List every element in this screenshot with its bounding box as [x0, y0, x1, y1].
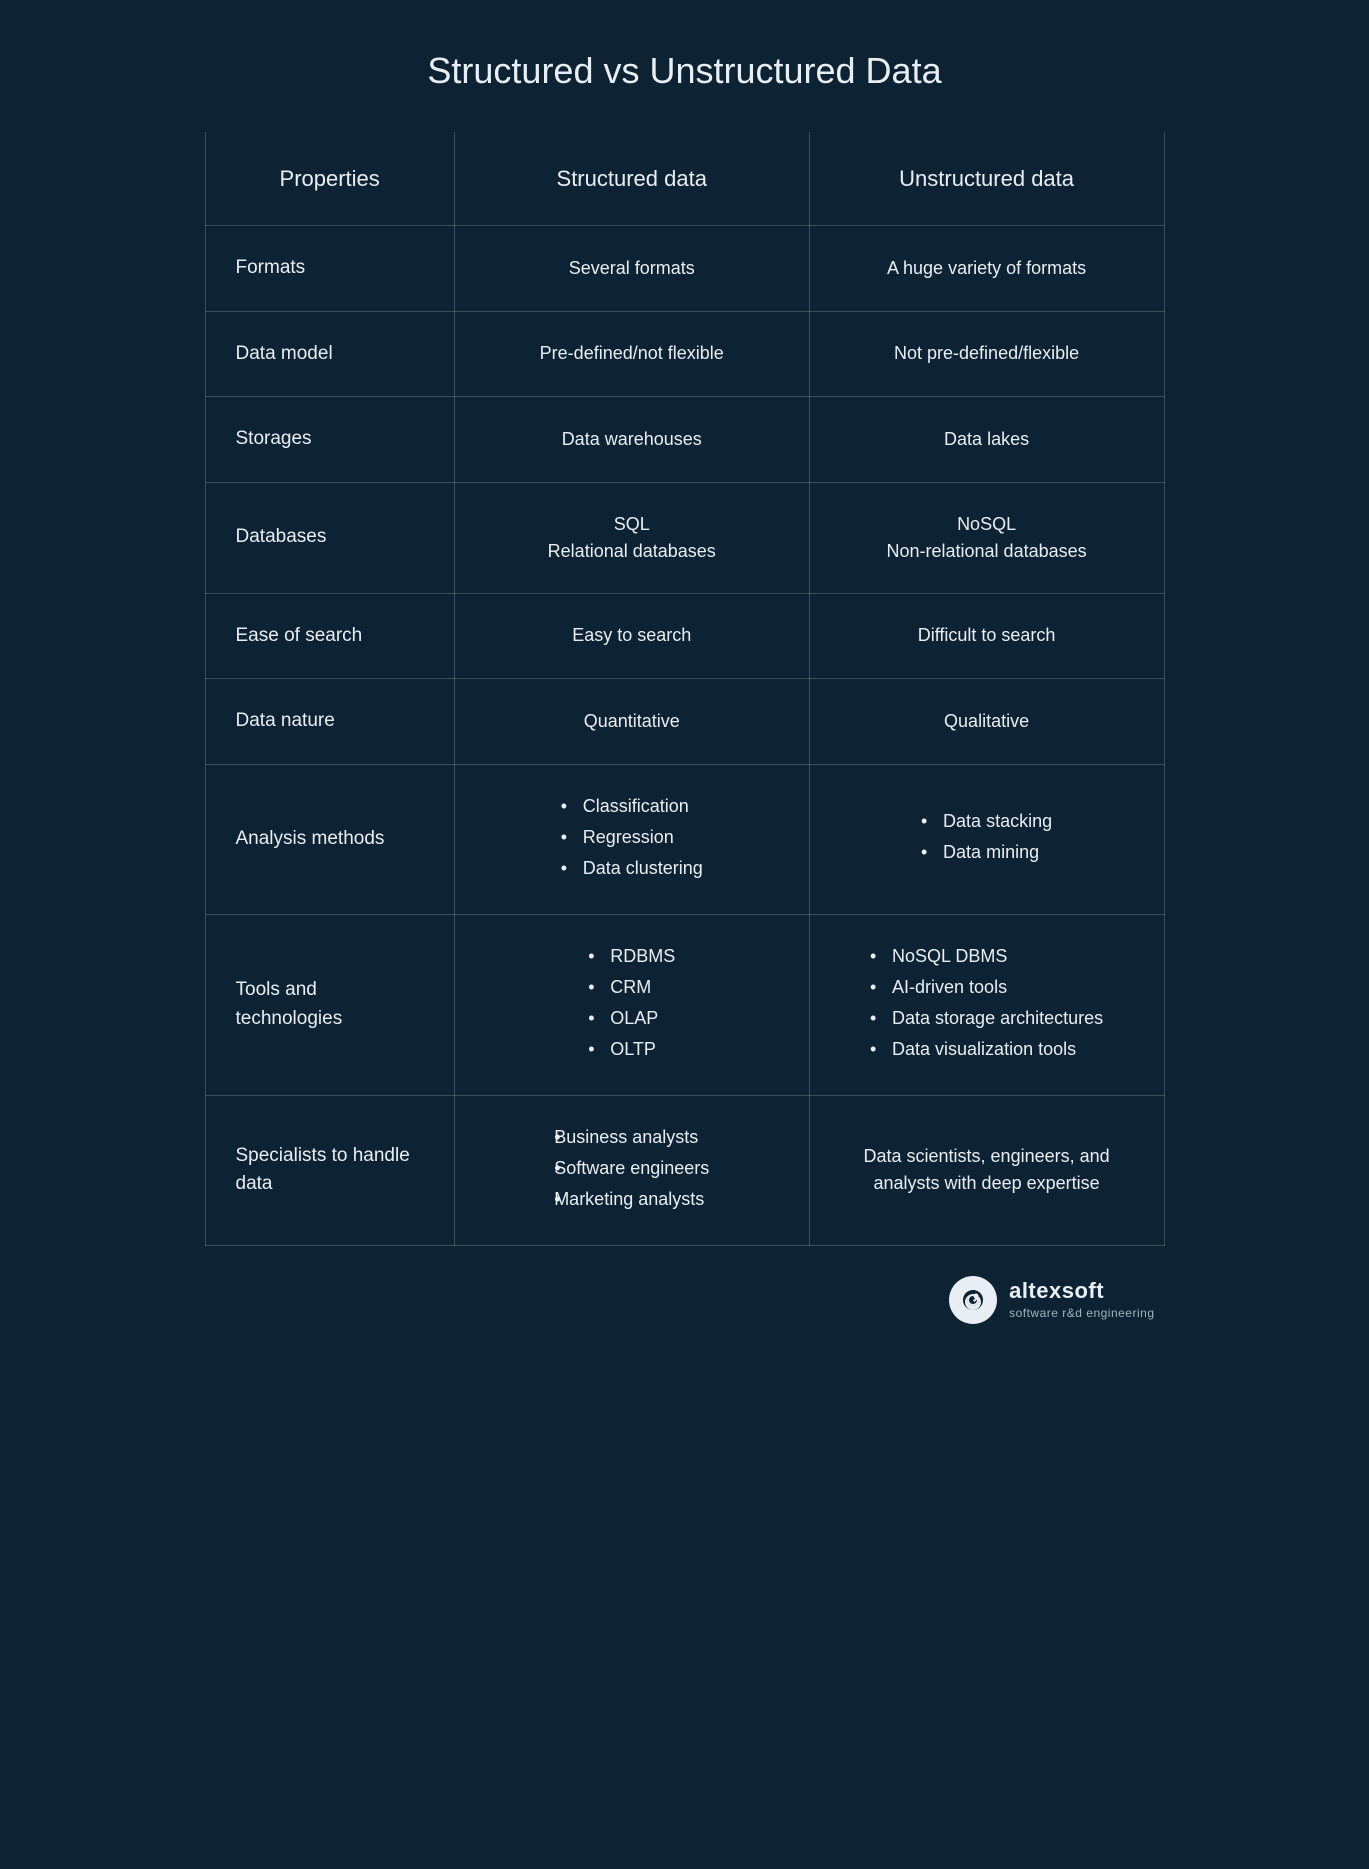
unstructured-cell: NoSQL DBMS AI-driven tools Data storage ar… — [809, 914, 1164, 1095]
list-item: CRM — [588, 974, 675, 1001]
brand-text: altexsoft software r&d engineering — [1009, 1277, 1154, 1321]
structured-cell: SQLRelational databases — [454, 482, 809, 593]
property-cell: Data nature — [205, 679, 454, 765]
table-row: Tools and technologies RDBMS CRM OLAP OLTP No… — [205, 914, 1164, 1095]
list-item: Marketing analysts — [554, 1186, 709, 1213]
structured-cell: Business analysts Software engineers Marke… — [454, 1095, 809, 1245]
brand-tagline: software r&d engineering — [1009, 1306, 1154, 1322]
table-row: Analysis methods Classification Regression… — [205, 764, 1164, 914]
structured-cell: Quantitative — [454, 679, 809, 765]
unstructured-cell: A huge variety of formats — [809, 226, 1164, 312]
header-properties: Properties — [205, 132, 454, 226]
property-cell: Specialists to handle data — [205, 1095, 454, 1245]
table-header-row: Properties Structured data Unstructured … — [205, 132, 1164, 226]
property-cell: Formats — [205, 226, 454, 312]
list-item: Classification — [561, 793, 703, 820]
list-item: Data visualization tools — [870, 1036, 1103, 1063]
list-item: AI-driven tools — [870, 974, 1103, 1001]
structured-cell: Pre-defined/not flexible — [454, 311, 809, 397]
table-row: DatabasesSQLRelational databasesNoSQLNon… — [205, 482, 1164, 593]
property-cell: Data model — [205, 311, 454, 397]
table-row: StoragesData warehousesData lakes — [205, 397, 1164, 483]
brand-logo — [949, 1276, 997, 1324]
structured-cell: RDBMS CRM OLAP OLTP — [454, 914, 809, 1095]
brand-name: altexsoft — [1009, 1277, 1154, 1306]
unstructured-cell: Data lakes — [809, 397, 1164, 483]
property-cell: Storages — [205, 397, 454, 483]
property-cell: Analysis methods — [205, 764, 454, 914]
header-unstructured: Unstructured data — [809, 132, 1164, 226]
comparison-table: Properties Structured data Unstructured … — [205, 132, 1165, 1246]
list-item: RDBMS — [588, 943, 675, 970]
unstructured-cell: Qualitative — [809, 679, 1164, 765]
unstructured-cell: Not pre-defined/flexible — [809, 311, 1164, 397]
table-body: FormatsSeveral formatsA huge variety of … — [205, 226, 1164, 1246]
list-item: Regression — [561, 824, 703, 851]
unstructured-cell: Data scientists, engineers, and analysts… — [809, 1095, 1164, 1245]
list-item: Data storage architectures — [870, 1005, 1103, 1032]
table-row: Ease of searchEasy to searchDifficult to… — [205, 593, 1164, 679]
unstructured-cell: Difficult to search — [809, 593, 1164, 679]
table-row: Data natureQuantitativeQualitative — [205, 679, 1164, 765]
list-item: Data clustering — [561, 855, 703, 882]
table-row: Data modelPre-defined/not flexibleNot pr… — [205, 311, 1164, 397]
list-item: NoSQL DBMS — [870, 943, 1103, 970]
list-item: Software engineers — [554, 1155, 709, 1182]
list-item: Business analysts — [554, 1124, 709, 1151]
page-title: Structured vs Unstructured Data — [205, 40, 1165, 92]
brand-logo-icon — [959, 1286, 987, 1314]
property-cell: Ease of search — [205, 593, 454, 679]
brand-footer: altexsoft software r&d engineering — [205, 1276, 1165, 1324]
structured-cell: Classification Regression Data clustering — [454, 764, 809, 914]
header-structured: Structured data — [454, 132, 809, 226]
unstructured-cell: NoSQLNon-relational databases — [809, 482, 1164, 593]
structured-cell: Easy to search — [454, 593, 809, 679]
table-row: Specialists to handle dataBusiness analy… — [205, 1095, 1164, 1245]
list-item: Data stacking — [921, 808, 1052, 835]
property-cell: Tools and technologies — [205, 914, 454, 1095]
list-item: OLAP — [588, 1005, 675, 1032]
property-cell: Databases — [205, 482, 454, 593]
table-row: FormatsSeveral formatsA huge variety of … — [205, 226, 1164, 312]
list-item: Data mining — [921, 839, 1052, 866]
unstructured-cell: Data stacking Data mining — [809, 764, 1164, 914]
structured-cell: Several formats — [454, 226, 809, 312]
list-item: OLTP — [588, 1036, 675, 1063]
page-container: Structured vs Unstructured Data Properti… — [205, 40, 1165, 1324]
structured-cell: Data warehouses — [454, 397, 809, 483]
